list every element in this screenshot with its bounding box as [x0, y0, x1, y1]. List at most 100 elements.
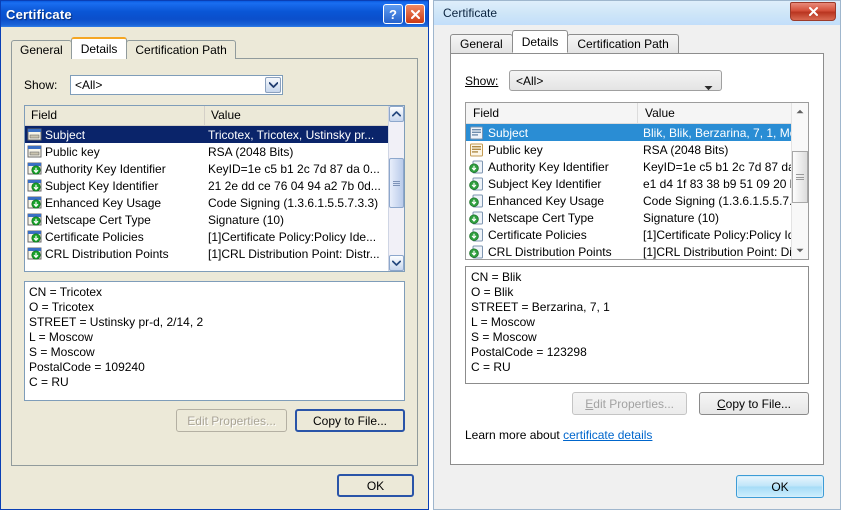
tab-certification-path[interactable]: Certification Path: [567, 34, 679, 53]
table-row[interactable]: CRL Distribution Points [1]CRL Distribut…: [25, 245, 404, 262]
learn-more-prefix: Learn more about: [465, 428, 564, 442]
field-name: Netscape Cert Type: [45, 212, 151, 227]
tab-certification-path[interactable]: Certification Path: [126, 40, 236, 59]
tab-details[interactable]: Details: [70, 37, 128, 59]
extension-icon: [27, 162, 42, 175]
field-detail-textbox[interactable]: CN = Blik O = Blik STREET = Berzarina, 7…: [465, 266, 809, 384]
table-row[interactable]: Subject Key Identifier 21 2e dd ce 76 04…: [25, 177, 404, 194]
certificate-details-link[interactable]: certificate details: [563, 428, 652, 442]
field-name: CRL Distribution Points: [488, 244, 612, 259]
extension-icon: [469, 211, 484, 225]
table-row[interactable]: Authority Key Identifier KeyID=1e c5 b1 …: [466, 158, 808, 175]
help-button[interactable]: ?: [383, 4, 403, 24]
field-name: Certificate Policies: [45, 229, 144, 244]
show-select[interactable]: <All>: [70, 75, 283, 95]
column-header-field[interactable]: Field: [466, 103, 638, 123]
column-header-value[interactable]: Value: [205, 106, 404, 125]
field-value: [1]Certificate Policy:Policy Ide...: [643, 227, 808, 242]
extension-icon: [469, 245, 484, 259]
scroll-up-icon[interactable]: [792, 103, 808, 120]
table-row[interactable]: Netscape Cert Type Signature (10): [466, 209, 808, 226]
close-icon[interactable]: [790, 2, 836, 21]
field-name: Public key: [45, 144, 100, 159]
field-value: Code Signing (1.3.6.1.5.5.7.3.3): [643, 193, 808, 208]
field-icon: [469, 143, 484, 157]
aero-show-row: Show: <All>: [465, 70, 722, 91]
field-value: Tricotex, Tricotex, Ustinsky pr...: [208, 127, 375, 142]
ok-button[interactable]: OK: [736, 475, 824, 498]
table-row[interactable]: Enhanced Key Usage Code Signing (1.3.6.1…: [25, 194, 404, 211]
field-value: KeyID=1e c5 b1 2c 7d 87 da 0...: [208, 161, 380, 176]
table-row[interactable]: Public key RSA (2048 Bits): [466, 141, 808, 158]
list-header: Field Value: [25, 106, 404, 126]
scrollbar-thumb[interactable]: [389, 158, 404, 208]
extension-icon: [27, 179, 42, 192]
table-row[interactable]: Subject Blik, Blik, Berzarina, 7, 1, Mos…: [466, 124, 808, 141]
field-value: RSA (2048 Bits): [643, 142, 729, 157]
list-scrollbar[interactable]: [791, 103, 808, 259]
extension-icon: [27, 230, 42, 243]
field-name: Subject Key Identifier: [45, 178, 159, 193]
extension-icon: [469, 228, 484, 242]
scroll-up-icon[interactable]: [389, 106, 404, 122]
table-row[interactable]: Authority Key Identifier KeyID=1e c5 b1 …: [25, 160, 404, 177]
table-row[interactable]: Public key RSA (2048 Bits): [25, 143, 404, 160]
scroll-down-icon[interactable]: [792, 242, 808, 259]
field-icon: [27, 128, 42, 141]
certificate-fields-list[interactable]: Field Value Subject Tricotex, Tricotex, …: [24, 105, 405, 272]
list-scrollbar[interactable]: [388, 106, 404, 271]
show-select[interactable]: <All>: [509, 70, 722, 91]
copy-to-file-button[interactable]: Copy to File...: [699, 392, 809, 415]
extension-icon: [27, 196, 42, 209]
table-row[interactable]: Certificate Policies [1]Certificate Poli…: [25, 228, 404, 245]
table-row[interactable]: CRL Distribution Points [1]CRL Distribut…: [466, 243, 808, 259]
field-value: Blik, Blik, Berzarina, 7, 1, Mosc...: [643, 125, 808, 140]
scrollbar-thumb[interactable]: [792, 151, 808, 203]
field-name: Netscape Cert Type: [488, 210, 594, 225]
field-name: Subject: [45, 127, 86, 142]
list-header: Field Value: [466, 103, 808, 124]
aero-action-buttons: Edit Properties... Copy to File...: [572, 392, 809, 415]
copy-to-file-button[interactable]: Copy to File...: [295, 409, 405, 432]
xp-action-buttons: Edit Properties... Copy to File...: [176, 409, 405, 432]
column-header-value[interactable]: Value: [638, 103, 808, 123]
table-row[interactable]: Subject Tricotex, Tricotex, Ustinsky pr.…: [25, 126, 404, 143]
field-name: Enhanced Key Usage: [488, 193, 605, 208]
show-select-value: <All>: [75, 78, 103, 92]
field-value: [1]CRL Distribution Point: Distr: [643, 244, 806, 259]
table-row[interactable]: Subject Key Identifier e1 d4 1f 83 38 b9…: [466, 175, 808, 192]
aero-tab-strip: General Details Certification Path: [450, 30, 679, 53]
field-value: Code Signing (1.3.6.1.5.5.7.3.3): [208, 195, 379, 210]
aero-title-bar[interactable]: Certificate: [434, 1, 840, 25]
aero-details-panel: Show: <All> Field Value Subject Blik, Bl…: [450, 53, 824, 465]
close-icon[interactable]: [405, 4, 425, 24]
field-name: Subject: [488, 125, 529, 140]
show-label: Show:: [465, 73, 499, 88]
table-row[interactable]: Netscape Cert Type Signature (10): [25, 211, 404, 228]
list-rows: Subject Tricotex, Tricotex, Ustinsky pr.…: [25, 126, 404, 271]
field-name: Authority Key Identifier: [488, 159, 609, 174]
aero-dialog-body: General Details Certification Path Show:…: [434, 25, 840, 509]
ok-button[interactable]: OK: [337, 474, 414, 497]
field-value: [1]Certificate Policy:Policy Ide...: [208, 229, 377, 244]
field-detail-textbox[interactable]: CN = Tricotex O = Tricotex STREET = Usti…: [24, 281, 405, 401]
aero-window-title: Certificate: [443, 6, 498, 20]
show-select-value: <All>: [516, 73, 544, 88]
xp-details-panel: Show: <All> Field Value Subject Tricotex…: [11, 58, 418, 466]
column-header-field[interactable]: Field: [25, 106, 205, 125]
xp-title-bar[interactable]: Certificate ?: [1, 1, 428, 27]
edit-properties-button: Edit Properties...: [176, 409, 287, 432]
certificate-fields-list[interactable]: Field Value Subject Blik, Blik, Berzarin…: [465, 102, 809, 260]
table-row[interactable]: Certificate Policies [1]Certificate Poli…: [466, 226, 808, 243]
tab-general[interactable]: General: [11, 40, 72, 59]
tab-general[interactable]: General: [450, 34, 513, 53]
tab-details[interactable]: Details: [511, 30, 569, 53]
table-row[interactable]: Enhanced Key Usage Code Signing (1.3.6.1…: [466, 192, 808, 209]
chevron-down-icon[interactable]: [704, 78, 713, 96]
chevron-down-icon[interactable]: [265, 77, 281, 93]
field-value: 21 2e dd ce 76 04 94 a2 7b 0d...: [208, 178, 381, 193]
screenshot-stage: Certificate ? General Details Certificat…: [0, 0, 841, 510]
field-icon: [469, 126, 484, 140]
xp-tab-strip: General Details Certification Path: [11, 37, 236, 59]
scroll-down-icon[interactable]: [389, 255, 404, 271]
